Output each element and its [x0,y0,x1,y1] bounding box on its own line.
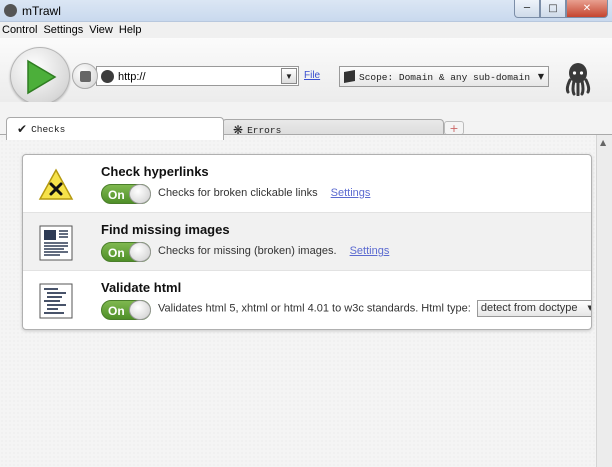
globe-icon [101,70,114,83]
checks-panel: Check hyperlinks On Checks for broken cl… [22,154,592,330]
description-text: Checks for broken clickable links [158,187,318,199]
close-button[interactable]: ✕ [566,0,608,18]
stop-icon [80,71,91,82]
document-image-icon [39,225,73,261]
window-controls: ─ □ ✕ [514,0,608,18]
hyperlinks-toggle[interactable]: On [101,184,151,204]
images-toggle[interactable]: On [101,242,151,262]
octopus-icon [565,63,591,96]
url-dropdown-button[interactable]: ▼ [281,68,297,84]
scroll-up-icon[interactable]: ▲ [600,138,606,147]
description-text: Checks for missing (broken) images. [158,245,337,257]
warning-icon [38,168,74,200]
play-icon [27,59,57,95]
check-title: Find missing images [101,222,230,237]
file-link[interactable]: File [304,70,320,81]
chevron-down-icon: ▼ [537,72,544,81]
toggle-label: On [108,304,125,318]
url-input[interactable] [118,69,278,84]
toggle-knob [129,184,151,204]
menu-view[interactable]: View [88,22,114,38]
check-title: Validate html [101,280,182,295]
scope-label: Scope: Domain & any sub-domain [359,72,531,83]
check-row-hyperlinks: Check hyperlinks On Checks for broken cl… [23,155,591,213]
images-settings-link[interactable]: Settings [350,245,390,257]
minimize-button[interactable]: ─ [514,0,540,18]
menu-help[interactable]: Help [118,22,143,38]
hyperlinks-settings-link[interactable]: Settings [331,187,371,199]
window-title: mTrawl [22,4,61,18]
toggle-label: On [108,188,125,202]
menu-bar: Control Settings View Help [0,22,612,38]
menu-control[interactable]: Control [1,22,38,38]
document-code-icon [39,283,73,319]
check-description: Checks for broken clickable links Settin… [158,187,370,199]
title-bar: mTrawl ─ □ ✕ [0,0,612,22]
tab-checks[interactable]: ✔ Checks [6,117,224,140]
scope-select[interactable]: Scope: Domain & any sub-domain ▼ [339,66,549,87]
check-description: Checks for missing (broken) images. Sett… [158,245,389,257]
check-description: Validates html 5, xhtml or html 4.01 to … [158,300,591,317]
description-text: Validates html 5, xhtml or html 4.01 to … [158,302,471,315]
cube-icon [344,70,355,83]
maximize-button[interactable]: □ [540,0,566,18]
toggle-knob [129,242,151,262]
tab-bar: ✔ Checks ❋ Errors + [0,102,612,140]
menu-settings[interactable]: Settings [42,22,84,38]
check-row-images: Find missing images On Checks for missin… [23,213,591,271]
vertical-scrollbar[interactable]: ▲ [596,135,612,467]
check-title: Check hyperlinks [101,164,209,179]
play-button[interactable] [10,47,70,105]
stop-button[interactable] [72,63,98,89]
html-type-value: detect from doctype [480,302,578,314]
toggle-knob [129,300,151,320]
add-tab-button[interactable]: + [444,121,464,135]
check-row-validate-html: Validate html On Validates html 5, xhtml… [23,271,591,329]
checkmark-icon: ✔ [17,122,28,136]
toggle-label: On [108,246,125,260]
app-icon [4,4,17,17]
chevron-down-icon: ▼ [587,304,591,312]
tab-checks-label: Checks [31,123,66,135]
validate-html-toggle[interactable]: On [101,300,151,320]
html-type-select[interactable]: detect from doctype ▼ [476,300,591,317]
url-combobox[interactable]: ▼ [96,66,299,86]
